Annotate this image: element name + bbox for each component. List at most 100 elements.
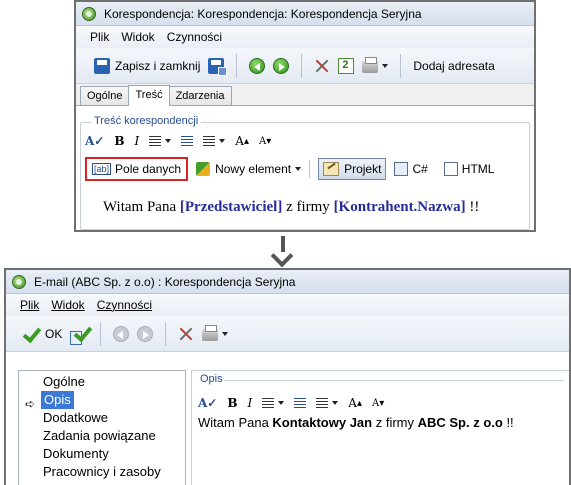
bold-button[interactable]: B <box>227 396 237 410</box>
ok-label: OK <box>45 326 63 341</box>
content-text: z firmy <box>282 199 334 215</box>
save-button[interactable] <box>66 322 92 346</box>
nav-item-description[interactable]: Opis <box>41 391 74 409</box>
shrink-font-button[interactable]: A ▾ <box>259 136 271 147</box>
menu-bar: Plik Widok Czynności <box>76 26 534 48</box>
next-button[interactable] <box>269 54 293 78</box>
tools-button[interactable] <box>310 54 334 78</box>
previous-button[interactable] <box>109 322 133 346</box>
menu-view[interactable]: Widok <box>121 30 154 44</box>
field-icon: [ab] <box>92 163 112 175</box>
toolbar-separator <box>236 53 238 78</box>
align-button[interactable] <box>149 136 172 146</box>
chevron-down-icon <box>332 401 339 405</box>
document-icon <box>338 57 355 74</box>
nav-item-general[interactable]: Ogólne <box>43 373 85 391</box>
bold-button[interactable]: B <box>114 134 124 148</box>
nav-item-additional[interactable]: Dodatkowe <box>43 409 108 427</box>
chevron-down-icon <box>219 139 226 143</box>
list-icon <box>181 136 194 146</box>
description-group: Opis A✓ B I A ▴ A ▾ Witam Pana Kontaktowy … <box>191 370 569 485</box>
tab-events[interactable]: Zdarzenia <box>168 86 232 105</box>
grow-font-icon: ▴ <box>243 135 249 147</box>
tab-strip: Ogólne Treść Zdarzenia <box>76 84 534 106</box>
html-button[interactable]: HTML <box>440 158 499 180</box>
italic-button[interactable]: I <box>135 134 140 148</box>
add-recipient-label: Dodaj adresata <box>413 58 495 73</box>
menu-file[interactable]: Plik <box>20 298 39 312</box>
template-editor[interactable]: Witam Pana [Przedstawiciel] z firmy [Kon… <box>103 199 479 216</box>
italic-button[interactable]: I <box>248 396 253 410</box>
new-element-label: Nowy element <box>215 162 292 176</box>
app-icon <box>12 274 26 289</box>
description-editor[interactable]: Witam Pana Kontaktowy Jan z firmy ABC Sp… <box>198 415 514 430</box>
html-icon <box>443 162 458 176</box>
save-button[interactable] <box>204 54 228 78</box>
new-element-icon <box>196 162 211 176</box>
line-spacing-icon <box>316 398 329 408</box>
chevron-down-icon <box>165 139 172 143</box>
toolbar-separator <box>165 321 167 346</box>
spellcheck-icon[interactable]: A✓ <box>85 134 104 148</box>
toolbar: OK <box>6 316 569 352</box>
menu-actions[interactable]: Czynności <box>167 30 222 44</box>
field-tag-company: [Kontrahent.Nazwa] <box>333 199 466 215</box>
shrink-font-button[interactable]: A ▾ <box>372 398 384 409</box>
menu-file[interactable]: Plik <box>90 30 109 44</box>
pointer-icon: ➪ <box>25 397 36 411</box>
add-recipient-button[interactable]: Dodaj adresata <box>409 54 498 78</box>
grow-font-button[interactable]: A ▴ <box>348 396 362 410</box>
line-spacing-button[interactable] <box>203 136 226 146</box>
template-window: Korespondencja: Korespondencja: Korespon… <box>74 0 536 232</box>
spellcheck-icon[interactable]: A✓ <box>198 396 217 410</box>
grow-font-icon: ▴ <box>356 397 362 409</box>
tab-general[interactable]: Ogólne <box>80 86 130 105</box>
menu-actions[interactable]: Czynności <box>97 298 152 312</box>
tools-icon <box>178 326 194 342</box>
data-field-button[interactable]: [ab] Pole danych <box>85 157 189 181</box>
print-button[interactable] <box>198 322 232 346</box>
save-as-icon <box>208 57 228 76</box>
toolbar-separator <box>400 53 402 78</box>
project-button[interactable]: Projekt <box>318 158 387 180</box>
chevron-down-icon <box>295 167 302 171</box>
grow-font-button[interactable]: A ▴ <box>235 134 249 148</box>
content-group: Treść korespondencji A✓ B I A ▴ A ▾ [ab] P… <box>80 115 530 230</box>
bullet-list-button[interactable] <box>294 398 307 408</box>
save-close-label: Zapisz i zamknij <box>115 58 201 73</box>
nav-item-staff-resources[interactable]: Pracownicy i zasoby <box>43 463 161 481</box>
email-window: E-mail (ABC Sp. z o.o) : Korespondencja … <box>4 268 571 485</box>
grow-font-label: A <box>235 134 244 148</box>
tab-content[interactable]: Treść <box>128 85 170 106</box>
field-tag-representative: [Przedstawiciel] <box>179 199 283 215</box>
bullet-list-button[interactable] <box>181 136 194 146</box>
ok-button[interactable]: OK <box>18 322 66 346</box>
format-toolbar: A✓ B I A ▴ A ▾ <box>85 131 281 151</box>
nav-item-documents[interactable]: Dokumenty <box>43 445 109 463</box>
shrink-font-label: A <box>371 397 380 409</box>
next-button[interactable] <box>133 322 157 346</box>
new-element-button[interactable]: Nowy element <box>192 158 305 180</box>
previous-button[interactable] <box>245 54 269 78</box>
contact-name: Kontaktowy Jan <box>272 415 373 430</box>
nav-item-related-tasks[interactable]: Zadania powiązane <box>43 427 156 445</box>
tools-button[interactable] <box>174 322 198 346</box>
shrink-font-icon: ▾ <box>266 135 272 147</box>
align-button[interactable] <box>262 398 285 408</box>
grow-font-label: A <box>348 396 357 410</box>
save-close-button[interactable]: Zapisz i zamknij <box>90 54 204 78</box>
csharp-button[interactable]: C# <box>390 158 431 180</box>
title-bar: E-mail (ABC Sp. z o.o) : Korespondencja … <box>6 270 569 294</box>
insert-toolbar: [ab] Pole danych Nowy element Projekt C#… <box>85 157 498 181</box>
print-button[interactable] <box>358 54 392 78</box>
project-icon <box>323 162 340 176</box>
arrow-right-icon <box>273 57 290 74</box>
menu-view[interactable]: Widok <box>51 298 84 312</box>
line-spacing-button[interactable] <box>316 398 339 408</box>
arrow-down-icon <box>276 236 290 262</box>
company-name: ABC Sp. z o.o <box>417 415 503 430</box>
printer-icon <box>202 325 219 341</box>
document-button[interactable] <box>334 54 358 78</box>
printer-icon <box>362 57 379 73</box>
save-check-icon <box>70 325 88 345</box>
